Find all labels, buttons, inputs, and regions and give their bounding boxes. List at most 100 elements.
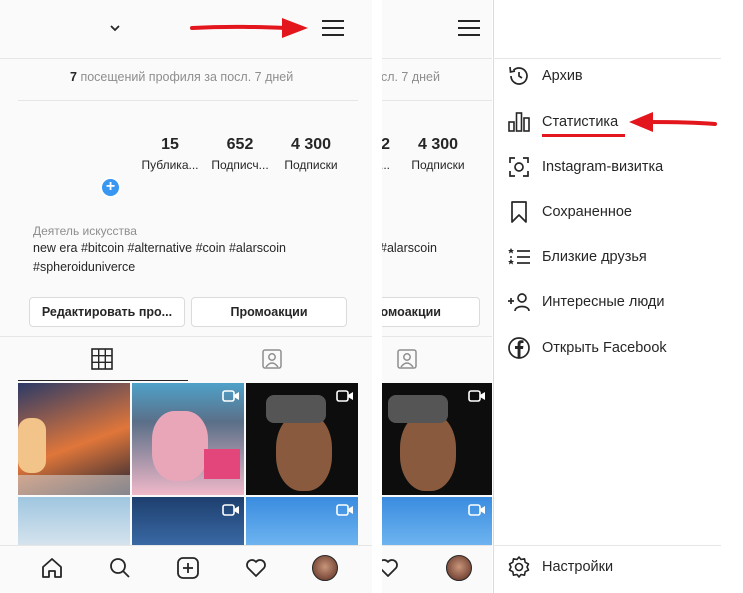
stat-label: ч... — [382, 158, 390, 172]
video-icon — [222, 390, 239, 402]
stat-value: 4 300 — [417, 136, 459, 153]
video-icon — [336, 390, 353, 402]
stat-posts[interactable]: 15 Публика... — [138, 136, 202, 172]
stat-followers-partial: 2 ч... — [382, 136, 390, 172]
header-divider — [382, 58, 492, 59]
stat-label: Подписки — [411, 158, 465, 172]
statistics-icon — [508, 112, 530, 132]
header-divider — [0, 58, 372, 59]
bottom-nav — [382, 545, 492, 593]
menu-label: Instagram-визитка — [542, 159, 664, 175]
post-thumbnail[interactable] — [132, 383, 244, 495]
menu-item-saved[interactable]: Сохраненное — [507, 199, 632, 225]
visits-divider — [18, 100, 358, 101]
woman-face-image — [276, 413, 332, 491]
menu-item-statistics[interactable]: Статистика — [507, 109, 618, 135]
video-icon — [336, 504, 353, 516]
menu-item-nametag[interactable]: Instagram-визитка — [507, 154, 663, 180]
profile-screen-left: 7 посещений профиля за посл. 7 дней + 15… — [0, 0, 372, 593]
avatar[interactable] — [22, 110, 112, 200]
post-thumbnail[interactable] — [382, 497, 492, 547]
video-icon — [468, 390, 485, 402]
settings-divider — [493, 545, 721, 546]
cartoon-figure-image — [18, 418, 46, 473]
home-icon[interactable] — [40, 556, 64, 580]
promotions-button[interactable]: Промоакции — [191, 297, 347, 327]
bio-fragment: #alarscoin — [382, 241, 437, 255]
nametag-icon — [509, 157, 529, 177]
menu-label: Сохраненное — [542, 204, 632, 220]
visits-divider — [382, 100, 492, 101]
tab-tagged[interactable] — [188, 337, 358, 381]
post-thumbnail[interactable] — [382, 383, 492, 495]
add-story-plus-icon[interactable]: + — [100, 177, 121, 198]
menu-item-close-friends[interactable]: Близкие друзья — [507, 244, 647, 270]
menu-item-open-facebook[interactable]: Открыть Facebook — [507, 335, 667, 361]
edit-profile-button[interactable]: Редактировать про... — [29, 297, 185, 327]
stat-following[interactable]: 4 300 Подписки — [279, 136, 343, 172]
profile-visits[interactable]: 7 посещений профиля за посл. 7 дней — [70, 70, 293, 84]
heart-icon[interactable] — [382, 556, 400, 580]
woman-face-image — [400, 413, 456, 491]
bio-category: Деятель искусства — [33, 224, 137, 238]
post-thumbnail[interactable] — [246, 383, 358, 495]
stat-followers-label: Подписч... — [211, 158, 269, 172]
side-menu-drawer: Архив Статистика Instagram-визитка Сохра… — [493, 0, 721, 593]
grid-icon — [91, 348, 113, 370]
menu-label: Открыть Facebook — [542, 340, 667, 356]
red-arrow-annotation — [190, 18, 308, 38]
menu-item-archive[interactable]: Архив — [507, 63, 583, 89]
search-icon[interactable] — [108, 556, 132, 580]
profile-screen-partial: за посл. 7 дней 2 ч... 4 300 Подписки #a… — [382, 0, 492, 593]
stat-posts-value: 15 — [161, 136, 179, 153]
profile-visits-fragment: за посл. 7 дней — [382, 70, 440, 84]
menu-label: Интересные люди — [542, 294, 665, 310]
tabs-top-divider — [382, 336, 492, 337]
tagged-person-icon[interactable] — [396, 348, 418, 370]
promotions-button[interactable]: Промоакции — [382, 297, 480, 327]
flower-heart-image — [152, 411, 208, 481]
stat-following[interactable]: 4 300 Подписки — [406, 136, 470, 172]
bio-line-1: new era #bitcoin #alternative #coin #ala… — [33, 241, 286, 255]
menu-label: Настройки — [542, 559, 614, 575]
add-post-icon[interactable] — [176, 556, 200, 580]
stat-value: 2 — [382, 136, 390, 153]
stat-posts-label: Публика... — [141, 158, 199, 172]
visits-count: 7 — [70, 70, 77, 84]
letter-m-image — [204, 449, 240, 479]
vr-headset-image — [266, 395, 326, 423]
post-thumbnail[interactable] — [246, 497, 358, 547]
menu-item-discover-people[interactable]: Интересные люди — [507, 289, 664, 315]
profile-avatar[interactable] — [446, 555, 472, 581]
post-thumbnail[interactable] — [18, 497, 130, 547]
vr-headset-image — [388, 395, 448, 423]
drawer-header-divider — [493, 58, 721, 59]
gear-icon — [508, 556, 530, 578]
stat-followers-value: 652 — [226, 136, 254, 153]
hamburger-menu-icon[interactable] — [458, 19, 480, 37]
profile-avatar[interactable] — [312, 555, 338, 581]
close-friends-icon — [508, 248, 530, 265]
menu-item-settings[interactable]: Настройки — [507, 554, 613, 580]
red-underline-annotation — [542, 134, 625, 137]
menu-label: Статистика — [542, 114, 619, 130]
post-thumbnail[interactable] — [132, 497, 244, 547]
menu-label: Архив — [542, 68, 583, 84]
visits-text: посещений профиля за посл. 7 дней — [80, 70, 294, 84]
stat-followers[interactable]: 652 Подписч... — [207, 136, 273, 172]
red-arrow-annotation — [629, 112, 717, 132]
tab-grid[interactable] — [18, 337, 188, 381]
post-thumbnail[interactable] — [18, 383, 130, 495]
chevron-down-icon[interactable] — [110, 24, 120, 32]
bottom-nav — [0, 545, 372, 593]
facebook-icon — [508, 337, 530, 359]
menu-label: Близкие друзья — [542, 249, 647, 265]
profile-header — [0, 0, 372, 58]
stat-following-value: 4 300 — [290, 136, 332, 153]
discover-people-icon — [508, 293, 530, 312]
heart-icon[interactable] — [244, 556, 268, 580]
bio-line-2[interactable]: #spheroiduniverce — [33, 258, 135, 277]
archive-icon — [509, 66, 528, 85]
drawer-border — [493, 0, 494, 593]
hamburger-menu-icon[interactable] — [322, 19, 344, 37]
